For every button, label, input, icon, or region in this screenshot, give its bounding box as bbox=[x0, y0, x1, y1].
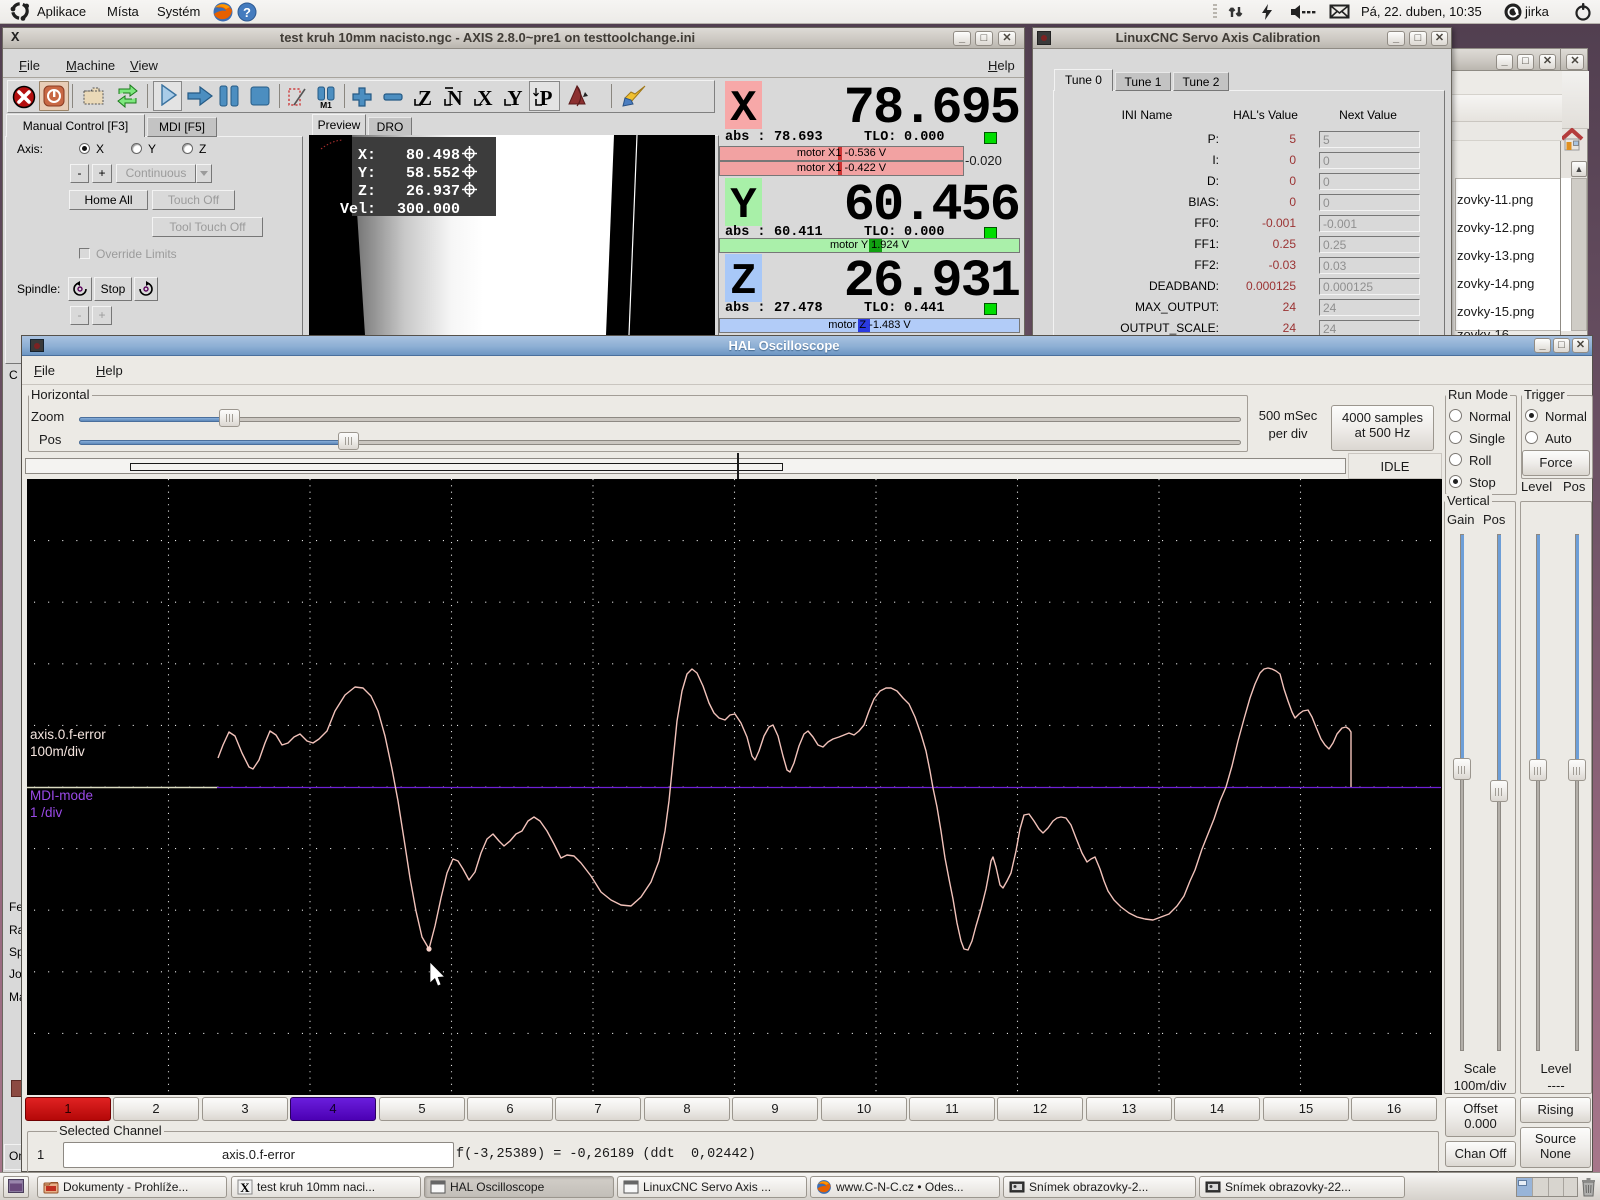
svg-text:X: X bbox=[240, 1180, 250, 1195]
svg-text:Z: Z bbox=[418, 86, 432, 110]
svg-text:?: ? bbox=[243, 5, 251, 20]
svg-text:axis.0.f-error: axis.0.f-error bbox=[30, 727, 106, 742]
svg-text:X: X bbox=[477, 86, 492, 110]
svg-text:M1: M1 bbox=[320, 100, 332, 109]
svg-text:1 /div: 1 /div bbox=[30, 805, 63, 820]
svg-text:MDI-mode: MDI-mode bbox=[30, 788, 93, 803]
svg-text:Y: Y bbox=[507, 86, 522, 110]
svg-text:100m/div: 100m/div bbox=[30, 744, 85, 759]
svg-text:P: P bbox=[540, 86, 553, 110]
svg-text:N: N bbox=[447, 86, 462, 110]
